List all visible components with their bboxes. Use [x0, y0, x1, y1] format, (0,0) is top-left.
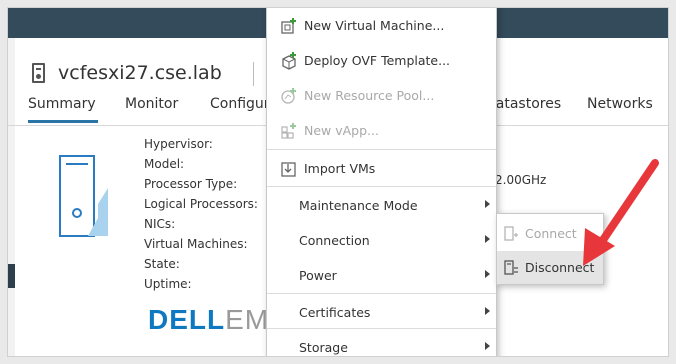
menu-separator: [267, 186, 496, 187]
menu-label: Maintenance Mode: [299, 198, 418, 213]
menu-label: New vApp...: [304, 123, 379, 138]
disconnect-icon: [504, 259, 518, 275]
submenu-arrow-icon: [485, 270, 490, 278]
menu-separator: [267, 293, 496, 294]
dell-logo-text: DELL: [148, 304, 226, 335]
property-label-model: Model:: [144, 157, 185, 171]
active-tab-indicator: [28, 120, 98, 123]
property-label-nics: NICs:: [144, 217, 176, 231]
menu-item-new-virtual-machine[interactable]: New Virtual Machine...: [267, 8, 496, 43]
property-label-hypervisor: Hypervisor:: [144, 137, 213, 151]
server-host-icon: [32, 63, 45, 83]
menu-item-import-vms[interactable]: Import VMs: [267, 151, 496, 186]
emc-logo-text: EM: [225, 304, 270, 335]
menu-item-new-vapp[interactable]: New vApp...: [267, 113, 496, 148]
menu-label: Power: [299, 268, 337, 283]
host-context-menu: New Virtual Machine... Deploy OVF Templa…: [266, 8, 497, 356]
menu-item-maintenance-mode[interactable]: Maintenance Mode: [267, 188, 496, 223]
menu-item-storage[interactable]: Storage: [267, 330, 496, 356]
menu-separator: [267, 149, 496, 150]
menu-label: Connection: [299, 233, 370, 248]
tab-summary[interactable]: Summary: [28, 96, 96, 112]
submenu-item-disconnect[interactable]: Disconnect: [497, 251, 603, 284]
menu-separator: [267, 328, 496, 329]
menu-label: Storage: [299, 340, 348, 355]
menu-label: New Resource Pool...: [304, 88, 435, 103]
submenu-arrow-icon: [485, 235, 490, 243]
submenu-arrow-icon: [485, 200, 490, 208]
resource-pool-icon: [281, 87, 296, 104]
submenu-arrow-icon: [485, 307, 490, 315]
tab-networks[interactable]: Networks: [587, 96, 653, 112]
property-label-uptime: Uptime:: [144, 277, 192, 291]
menu-item-connection[interactable]: Connection: [267, 223, 496, 258]
property-label-processor-type: Processor Type:: [144, 177, 238, 191]
menu-item-power[interactable]: Power: [267, 258, 496, 293]
header-divider: [253, 62, 254, 86]
submenu-label: Connect: [525, 226, 577, 241]
host-header: vcfesxi27.cse.lab: [32, 58, 222, 88]
submenu-label: Disconnect: [525, 260, 595, 275]
connect-icon: [504, 225, 518, 241]
menu-label: Deploy OVF Template...: [304, 53, 451, 68]
vsphere-window: vcfesxi27.cse.lab Summary Monitor Config…: [7, 7, 669, 357]
deploy-ovf-icon: [282, 51, 296, 70]
property-label-state: State:: [144, 257, 180, 271]
menu-label: Certificates: [299, 305, 371, 320]
menu-item-certificates[interactable]: Certificates: [267, 295, 496, 330]
menu-item-new-resource-pool[interactable]: New Resource Pool...: [267, 78, 496, 113]
processor-speed-value: 2.00GHz: [495, 173, 547, 187]
menu-label: New Virtual Machine...: [304, 18, 445, 33]
submenu-item-connect[interactable]: Connect: [497, 217, 603, 250]
connection-submenu: Connect Disconnect: [496, 213, 604, 285]
menu-item-deploy-ovf-template[interactable]: Deploy OVF Template...: [267, 43, 496, 78]
host-server-illustration: [59, 155, 108, 237]
page-title: vcfesxi27.cse.lab: [58, 62, 222, 84]
menu-label: Import VMs: [304, 161, 376, 176]
tab-monitor[interactable]: Monitor: [125, 96, 178, 112]
left-navigator-edge: [8, 38, 15, 356]
host-properties: Hypervisor: Model: Processor Type: Logic…: [144, 134, 258, 294]
property-label-virtual-machines: Virtual Machines:: [144, 237, 248, 251]
submenu-arrow-icon: [485, 342, 490, 350]
vapp-icon: [281, 122, 296, 139]
dell-emc-logo: DELLEM: [148, 304, 269, 336]
left-navigator-selected-marker[interactable]: [8, 264, 15, 288]
new-vm-icon: [281, 17, 296, 34]
property-label-logical-processors: Logical Processors:: [144, 197, 258, 211]
import-vms-icon: [281, 161, 296, 177]
